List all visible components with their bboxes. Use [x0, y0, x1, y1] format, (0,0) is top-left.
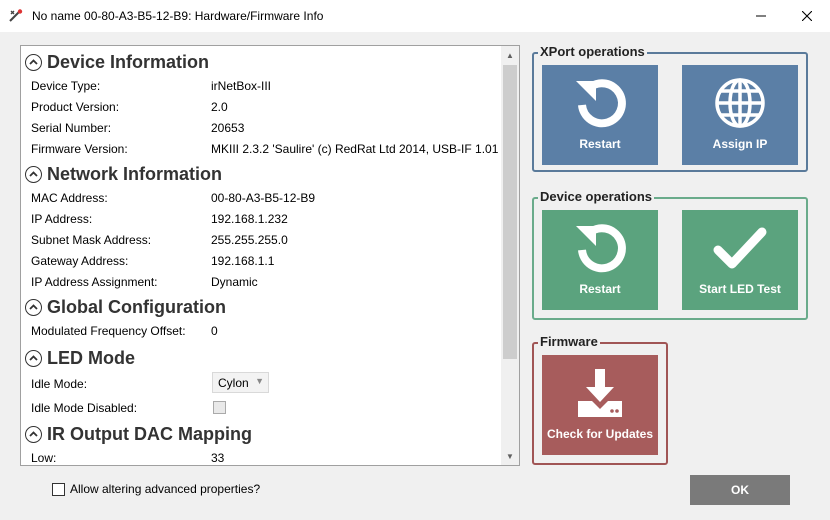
idle-mode-label: Idle Mode: — [31, 377, 88, 391]
close-icon — [802, 11, 812, 21]
section-title: LED Mode — [47, 347, 135, 368]
idle-mode-dropdown[interactable]: Cylon ▼ — [212, 372, 269, 393]
scroll-down-icon[interactable]: ▼ — [501, 448, 519, 465]
window-title: No name 00-80-A3-B5-12-B9: Hardware/Firm… — [32, 9, 324, 23]
collapse-icon[interactable] — [25, 349, 42, 367]
section-device-information[interactable]: Device Information — [25, 51, 209, 73]
assign-ip-button[interactable]: Assign IP — [682, 65, 798, 165]
firmware-group: Firmware Check for Updates — [532, 334, 668, 465]
mac-address-value[interactable]: 00-80-A3-B5-12-B9 — [211, 191, 315, 205]
low-value[interactable]: 33 — [211, 451, 224, 465]
advanced-properties-label[interactable]: Allow altering advanced properties? — [70, 482, 260, 496]
property-grid[interactable]: Device Information Device Type: irNetBox… — [20, 45, 520, 466]
scroll-up-icon[interactable]: ▲ — [501, 47, 519, 64]
advanced-properties-checkbox[interactable] — [52, 483, 65, 496]
product-version-label: Product Version: — [31, 100, 120, 114]
group-title: Firmware — [538, 334, 600, 349]
tile-label: Assign IP — [712, 137, 768, 151]
minimize-button[interactable] — [738, 0, 784, 32]
serial-number-label: Serial Number: — [31, 121, 112, 135]
section-led-mode[interactable]: LED Mode — [25, 347, 135, 369]
scrollbar-thumb[interactable] — [503, 65, 517, 359]
firmware-version-label: Firmware Version: — [31, 142, 128, 156]
chevron-down-icon: ▼ — [255, 376, 264, 386]
device-type-label: Device Type: — [31, 79, 101, 93]
start-led-test-button[interactable]: Start LED Test — [682, 210, 798, 310]
low-label: Low: — [31, 451, 57, 465]
group-title: XPort operations — [538, 44, 647, 59]
ok-button[interactable]: OK — [690, 475, 790, 505]
restart-icon — [542, 75, 658, 131]
download-icon — [542, 365, 658, 421]
subnet-mask-value[interactable]: 255.255.255.0 — [211, 233, 288, 247]
check-for-updates-button[interactable]: Check for Updates — [542, 355, 658, 455]
tile-label: Start LED Test — [699, 282, 781, 296]
subnet-mask-label: Subnet Mask Address: — [31, 233, 152, 247]
section-title: Device Information — [47, 51, 210, 72]
product-version-value[interactable]: 2.0 — [211, 100, 228, 114]
section-title: Network Information — [47, 163, 223, 184]
modulated-frequency-offset-value[interactable]: 0 — [211, 324, 218, 338]
vertical-scrollbar[interactable]: ▲ ▼ — [501, 46, 519, 465]
xport-restart-button[interactable]: Restart — [542, 65, 658, 165]
device-operations-group: Device operations Restart Start LED Test — [532, 189, 808, 320]
gateway-address-label: Gateway Address: — [31, 254, 129, 268]
close-button[interactable] — [784, 0, 830, 32]
device-type-value[interactable]: irNetBox-III — [211, 79, 271, 93]
app-icon — [8, 8, 24, 24]
ip-assignment-value[interactable]: Dynamic — [211, 275, 258, 289]
idle-mode-disabled-label: Idle Mode Disabled: — [31, 401, 138, 415]
tile-label: Check for Updates — [546, 427, 654, 441]
mac-address-label: MAC Address: — [31, 191, 108, 205]
restart-icon — [542, 220, 658, 276]
checkmark-icon — [682, 220, 798, 276]
idle-mode-value: Cylon — [218, 375, 249, 390]
section-global-configuration[interactable]: Global Configuration — [25, 296, 226, 318]
xport-operations-group: XPort operations Restart Assign IP — [532, 44, 808, 172]
idle-mode-disabled-checkbox[interactable] — [213, 401, 226, 414]
firmware-version-value[interactable]: MKIII 2.3.2 'Saulire' (c) RedRat Ltd 201… — [211, 142, 501, 156]
collapse-icon[interactable] — [25, 425, 42, 443]
globe-icon — [682, 75, 798, 131]
section-network-information[interactable]: Network Information — [25, 163, 222, 185]
section-title: IR Output DAC Mapping — [47, 423, 252, 444]
collapse-icon[interactable] — [25, 53, 42, 71]
title-bar: No name 00-80-A3-B5-12-B9: Hardware/Firm… — [0, 0, 830, 32]
group-title: Device operations — [538, 189, 654, 204]
collapse-icon[interactable] — [25, 298, 42, 316]
tile-label: Restart — [579, 282, 621, 296]
device-restart-button[interactable]: Restart — [542, 210, 658, 310]
gateway-address-value[interactable]: 192.168.1.1 — [211, 254, 274, 268]
section-title: Global Configuration — [47, 296, 226, 317]
section-ir-output-dac-mapping[interactable]: IR Output DAC Mapping — [25, 423, 252, 445]
collapse-icon[interactable] — [25, 165, 42, 183]
serial-number-value[interactable]: 20653 — [211, 121, 244, 135]
modulated-frequency-offset-label: Modulated Frequency Offset: — [31, 324, 186, 338]
tile-label: Restart — [579, 137, 621, 151]
ip-address-label: IP Address: — [31, 212, 93, 226]
minimize-icon — [756, 15, 766, 17]
ip-address-value[interactable]: 192.168.1.232 — [211, 212, 288, 226]
ip-assignment-label: IP Address Assignment: — [31, 275, 158, 289]
